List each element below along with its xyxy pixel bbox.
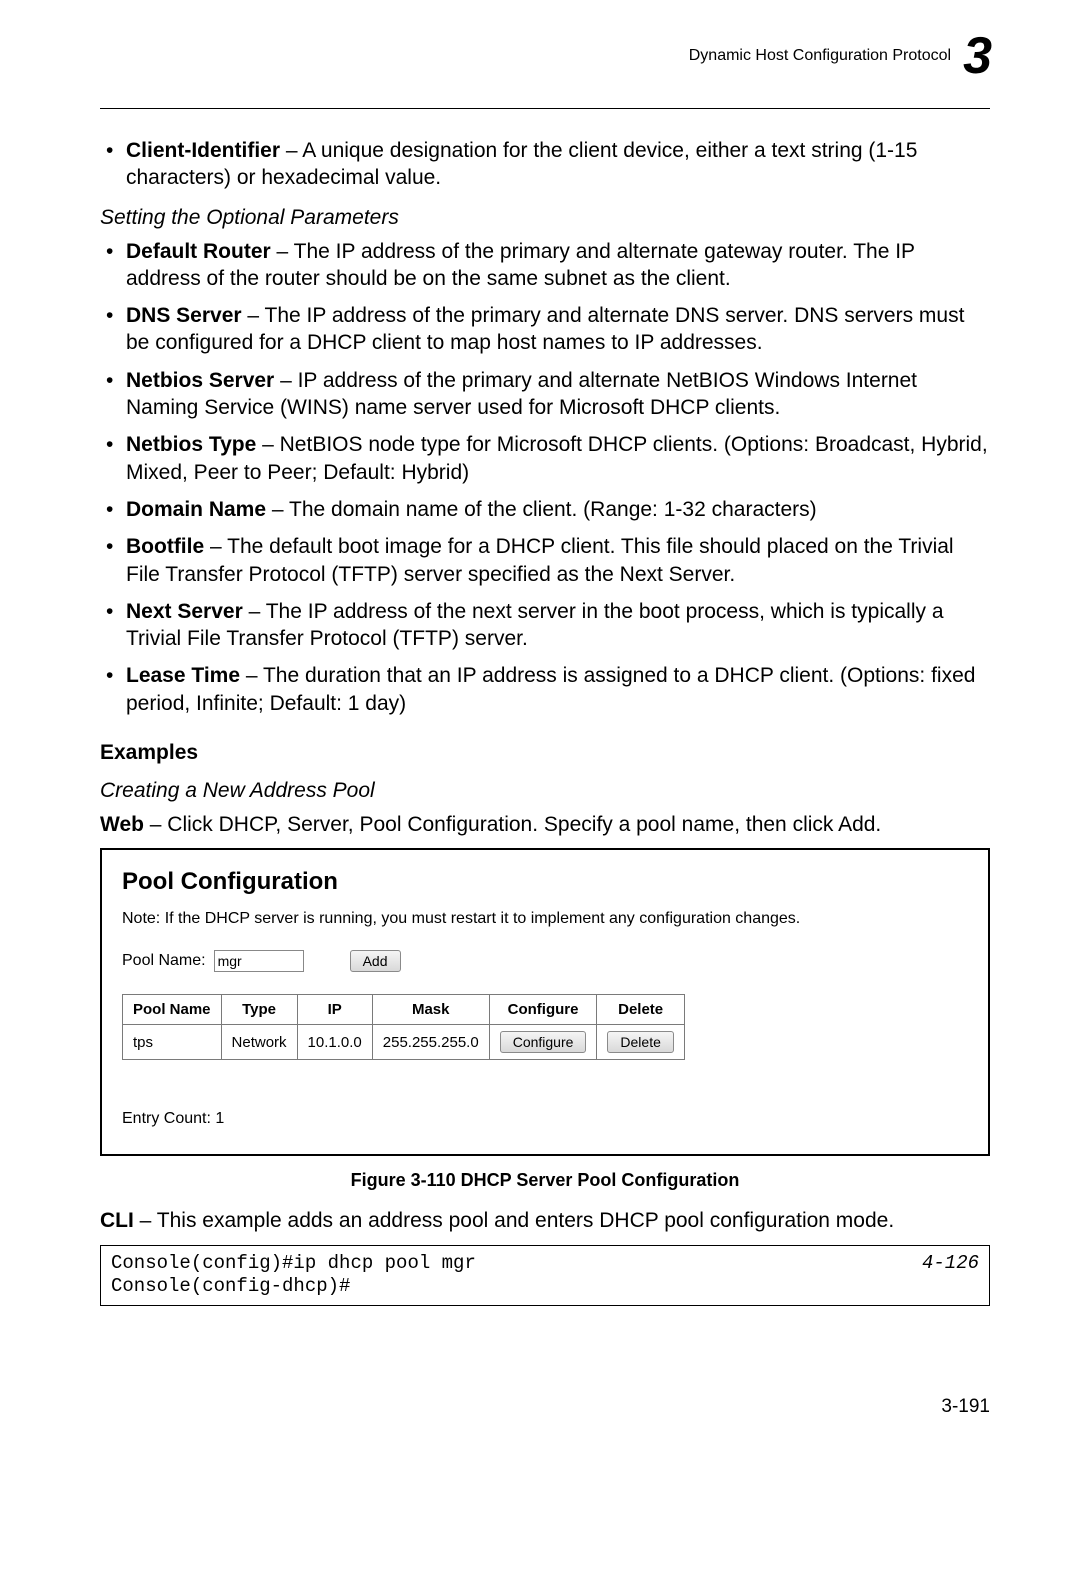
desc: – The default boot image for a DHCP clie… [126,535,954,585]
figure-caption: Figure 3-110 DHCP Server Pool Configurat… [100,1170,990,1191]
top-bullet-list: Client-Identifier – A unique designation… [100,137,990,192]
term: Bootfile [126,535,204,558]
cli-instructions: CLI – This example adds an address pool … [100,1207,990,1234]
optional-params-heading: Setting the Optional Parameters [100,206,990,230]
col-mask: Mask [372,995,489,1025]
pool-name-row: Pool Name: Add [122,950,968,972]
cell-delete: Delete [597,1025,684,1060]
cell-type: Network [221,1025,297,1060]
term: Next Server [126,600,243,623]
chapter-number: 3 [963,30,990,82]
desc: – The domain name of the client. (Range:… [266,498,817,521]
col-ip: IP [297,995,372,1025]
list-item: Bootfile – The default boot image for a … [126,533,990,588]
list-item: Client-Identifier – A unique designation… [126,137,990,192]
list-item: DNS Server – The IP address of the prima… [126,302,990,357]
col-configure: Configure [489,995,597,1025]
examples-heading: Examples [100,741,990,765]
term: Default Router [126,240,271,263]
cell-mask: 255.255.255.0 [372,1025,489,1060]
col-delete: Delete [597,995,684,1025]
pool-name-input[interactable] [214,950,304,972]
term: Lease Time [126,664,240,687]
col-type: Type [221,995,297,1025]
cell-ip: 10.1.0.0 [297,1025,372,1060]
cli-commands: Console(config)#ip dhcp pool mgr Console… [111,1252,476,1300]
cli-prefix: CLI [100,1209,134,1232]
term: Domain Name [126,498,266,521]
cli-box: Console(config)#ip dhcp pool mgr Console… [100,1245,990,1307]
add-button[interactable]: Add [350,950,401,972]
header-title: Dynamic Host Configuration Protocol [689,47,951,65]
list-item: Netbios Server – IP address of the prima… [126,367,990,422]
term: DNS Server [126,304,242,327]
list-item: Domain Name – The domain name of the cli… [126,496,990,523]
cell-configure: Configure [489,1025,597,1060]
desc: – The duration that an IP address is ass… [126,664,975,714]
header-rule [100,108,990,109]
table-row: tps Network 10.1.0.0 255.255.255.0 Confi… [123,1025,685,1060]
page-number: 3-191 [100,1396,990,1418]
entry-count: Entry Count: 1 [122,1110,968,1128]
figure-title: Pool Configuration [122,868,968,896]
web-rest: – Click DHCP, Server, Pool Configuration… [144,813,881,836]
pool-table: Pool Name Type IP Mask Configure Delete … [122,994,685,1060]
pool-config-figure: Pool Configuration Note: If the DHCP ser… [100,848,990,1156]
configure-button[interactable]: Configure [500,1031,587,1053]
list-item: Next Server – The IP address of the next… [126,598,990,653]
desc: – The IP address of the primary and alte… [126,304,964,354]
list-item: Lease Time – The duration that an IP add… [126,662,990,717]
figure-note: Note: If the DHCP server is running, you… [122,910,968,928]
cell-pool-name: tps [123,1025,222,1060]
desc: – NetBIOS node type for Microsoft DHCP c… [126,433,988,483]
page-header: Dynamic Host Configuration Protocol 3 [100,30,990,82]
cli-page-ref: 4-126 [922,1252,979,1276]
cli-rest: – This example adds an address pool and … [134,1209,894,1232]
web-instructions: Web – Click DHCP, Server, Pool Configura… [100,811,990,838]
web-prefix: Web [100,813,144,836]
delete-button[interactable]: Delete [607,1031,673,1053]
term: Netbios Type [126,433,256,456]
list-item: Default Router – The IP address of the p… [126,238,990,293]
list-item: Netbios Type – NetBIOS node type for Mic… [126,431,990,486]
term: Netbios Server [126,369,274,392]
desc: – The IP address of the next server in t… [126,600,944,650]
term: Client-Identifier [126,139,280,162]
pool-name-label: Pool Name: [122,952,206,970]
table-header-row: Pool Name Type IP Mask Configure Delete [123,995,685,1025]
col-pool-name: Pool Name [123,995,222,1025]
optional-bullet-list: Default Router – The IP address of the p… [100,238,990,717]
creating-pool-heading: Creating a New Address Pool [100,779,990,803]
